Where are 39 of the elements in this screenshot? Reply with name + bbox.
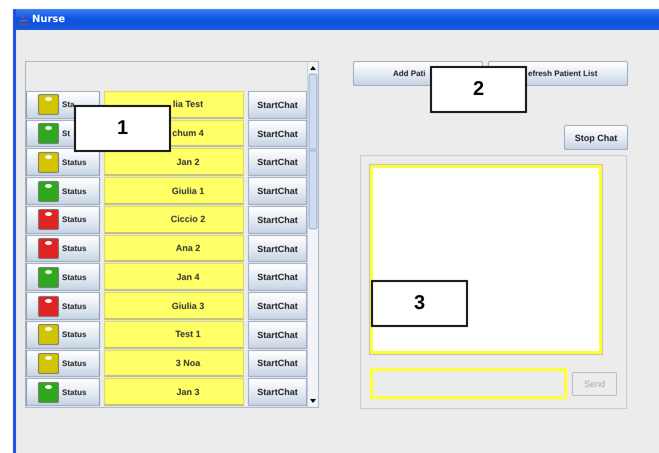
start-chat-button[interactable]: StartChat bbox=[248, 292, 307, 320]
scroll-down-arrow-icon[interactable] bbox=[310, 399, 316, 403]
app-icon bbox=[18, 14, 29, 26]
start-chat-button[interactable]: StartChat bbox=[248, 177, 307, 205]
window-title: Nurse bbox=[32, 14, 66, 25]
stop-chat-button[interactable]: Stop Chat bbox=[564, 125, 628, 150]
start-chat-button[interactable]: StartChat bbox=[248, 350, 307, 378]
patient-name: Giulia 1 bbox=[104, 177, 244, 205]
patient-name: Giulia 3 bbox=[104, 292, 244, 320]
patient-name: Test 1 bbox=[104, 320, 244, 349]
status-button[interactable]: Status bbox=[26, 350, 100, 378]
patient-name: Jan 3 bbox=[104, 378, 244, 406]
patient-name: Ciccio 2 bbox=[104, 206, 244, 234]
status-button[interactable]: Status bbox=[26, 292, 100, 320]
start-chat-button[interactable]: StartChat bbox=[248, 206, 307, 234]
patient-name: Jan 2 bbox=[104, 148, 244, 176]
start-chat-button[interactable]: StartChat bbox=[248, 378, 307, 406]
start-chat-button[interactable]: StartChat bbox=[248, 91, 307, 119]
scroll-up-arrow-icon[interactable] bbox=[310, 66, 316, 70]
patient-name: Jan 4 bbox=[104, 263, 244, 292]
patient-name: Ana 2 bbox=[104, 234, 244, 262]
status-button[interactable]: Status bbox=[26, 234, 100, 262]
callout-tooltip: 2 bbox=[430, 66, 527, 113]
start-chat-button[interactable]: StartChat bbox=[248, 320, 307, 349]
callout-tooltip: 1 bbox=[74, 105, 171, 152]
callout-tooltip: 3 bbox=[371, 280, 468, 327]
message-input-field[interactable] bbox=[370, 368, 568, 399]
status-button[interactable]: Status bbox=[26, 263, 100, 292]
scrollbar[interactable] bbox=[307, 62, 318, 407]
start-chat-button[interactable]: StartChat bbox=[248, 263, 307, 292]
start-chat-button[interactable]: StartChat bbox=[248, 120, 307, 148]
patient-name: 3 Noa bbox=[104, 350, 244, 378]
status-button[interactable]: Status bbox=[26, 206, 100, 234]
status-button[interactable]: Status bbox=[26, 378, 100, 406]
start-chat-button[interactable]: StartChat bbox=[248, 234, 307, 262]
status-button[interactable]: Status bbox=[26, 148, 100, 176]
start-chat-button[interactable]: StartChat bbox=[248, 148, 307, 176]
status-button[interactable]: Status bbox=[26, 320, 100, 349]
status-button[interactable]: Status bbox=[26, 177, 100, 205]
